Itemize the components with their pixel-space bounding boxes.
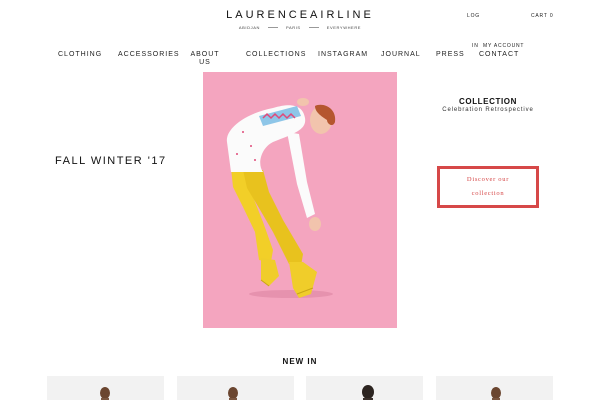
nav-accessories[interactable]: ACCESSORIES	[118, 51, 180, 59]
nav-instagram[interactable]: INSTAGRAM	[318, 51, 368, 59]
hero-image[interactable]	[203, 72, 397, 328]
brand-logo[interactable]: LAURENCEAIRLINE	[0, 9, 600, 21]
nav-contact[interactable]: CONTACT	[479, 51, 519, 59]
season-title: FALL WINTER '17	[55, 155, 167, 167]
login-link[interactable]: LOG	[467, 13, 480, 19]
product-thumbnail-icon	[362, 385, 374, 400]
collection-subtitle: Celebration Retrospective	[442, 107, 534, 113]
product-card[interactable]	[47, 376, 164, 400]
product-thumbnail-icon	[491, 387, 501, 400]
product-card[interactable]	[436, 376, 553, 400]
nav-journal[interactable]: JOURNAL	[381, 51, 421, 59]
product-thumbnail-icon	[100, 387, 110, 400]
city-abidjan: ABIDJAN	[238, 25, 260, 30]
nav-clothing[interactable]: CLOTHING	[58, 51, 102, 59]
discover-collection-button[interactable]: Discover our collection	[437, 166, 539, 208]
product-thumbnail-icon	[228, 387, 238, 400]
tagline-divider	[267, 27, 278, 28]
new-in-heading: NEW IN	[282, 357, 318, 366]
city-paris: PARIS	[285, 25, 301, 30]
brand-tagline: ABIDJAN PARIS EVERYWHERE	[0, 25, 600, 30]
nav-collections[interactable]: COLLECTIONS	[246, 51, 306, 59]
my-account-link[interactable]: MY ACCOUNT	[483, 43, 524, 49]
model-photo-icon	[203, 72, 397, 328]
nav-about-us[interactable]: ABOUT US	[190, 51, 220, 67]
tagline-divider	[308, 27, 319, 28]
language-switch[interactable]: IN	[472, 43, 479, 49]
product-card[interactable]	[306, 376, 423, 400]
product-card[interactable]	[177, 376, 294, 400]
nav-about-line1: ABOUT	[190, 51, 220, 58]
nav-press[interactable]: PRESS	[436, 51, 465, 59]
collection-title: COLLECTION	[459, 97, 517, 106]
nav-about-line2: US	[199, 59, 211, 66]
city-everywhere: EVERYWHERE	[326, 25, 362, 30]
discover-button-label: Discover our collection	[466, 176, 510, 197]
cart-link[interactable]: CART 0	[531, 13, 553, 19]
